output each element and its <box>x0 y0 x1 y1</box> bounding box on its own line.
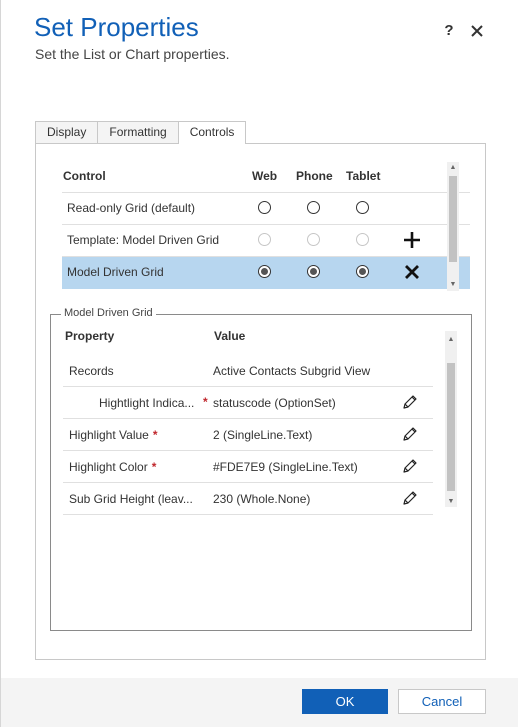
property-label: Sub Grid Height (leav... <box>69 492 193 506</box>
property-label-text: Highlight Value <box>69 428 149 442</box>
property-label: Hightlight Indica... <box>99 396 195 410</box>
control-label: Model Driven Grid <box>67 265 164 279</box>
property-label: Highlight Color * <box>69 460 156 474</box>
add-control-button[interactable] <box>403 231 421 249</box>
pencil-icon <box>403 459 417 473</box>
dialog-title: Set Properties <box>34 12 199 42</box>
property-row-highlight-indicator[interactable]: Hightlight Indica... * statuscode (Optio… <box>63 387 433 419</box>
required-indicator: * <box>203 395 208 409</box>
help-button[interactable]: ? <box>442 22 456 40</box>
property-value: 230 (Whole.None) <box>213 492 311 506</box>
tab-display[interactable]: Display <box>35 121 99 143</box>
control-row-model-driven-grid[interactable]: Model Driven Grid <box>62 257 470 289</box>
tab-bar: Display Formatting Controls <box>35 121 247 144</box>
edit-property-button[interactable] <box>402 490 418 506</box>
edit-property-button[interactable] <box>402 458 418 474</box>
property-value: Active Contacts Subgrid View <box>213 364 371 378</box>
value-column-header: Value <box>214 329 246 343</box>
property-row-highlight-color[interactable]: Highlight Color * #FDE7E9 (SingleLine.Tex… <box>63 451 433 483</box>
ok-button[interactable]: OK <box>302 689 388 714</box>
edit-property-button[interactable] <box>402 394 418 410</box>
control-row-read-only-grid[interactable]: Read-only Grid (default) <box>62 193 470 225</box>
controls-panel: Control Web Phone Tablet Read-only Grid … <box>35 143 486 660</box>
x-icon <box>405 265 419 279</box>
web-column-header: Web <box>252 169 278 183</box>
pencil-icon <box>403 395 417 409</box>
dialog-footer: OK Cancel <box>1 678 518 727</box>
web-radio <box>258 233 271 246</box>
phone-radio <box>307 233 320 246</box>
plus-icon <box>404 232 420 248</box>
required-indicator: * <box>152 428 158 442</box>
scroll-down-arrow[interactable]: ▼ <box>447 280 459 290</box>
control-label: Template: Model Driven Grid <box>67 233 220 247</box>
scroll-up-arrow[interactable]: ▲ <box>447 163 459 173</box>
scroll-thumb[interactable] <box>447 363 455 491</box>
property-value: statuscode (OptionSet) <box>213 396 336 410</box>
scroll-down-arrow[interactable]: ▼ <box>445 497 457 507</box>
tablet-radio[interactable] <box>356 265 369 278</box>
model-driven-grid-properties-group: Model Driven Grid Property Value Records… <box>50 307 472 631</box>
property-row-records[interactable]: Records Active Contacts Subgrid View <box>63 355 433 387</box>
close-button[interactable] <box>469 20 485 40</box>
properties-table: Property Value Records Active Contacts S… <box>63 327 433 515</box>
tab-controls[interactable]: Controls <box>177 121 247 144</box>
controls-scrollbar[interactable]: ▲ ▼ <box>447 162 459 291</box>
tablet-column-header: Tablet <box>346 169 381 183</box>
scroll-up-arrow[interactable]: ▲ <box>445 335 457 345</box>
scroll-thumb[interactable] <box>449 176 457 262</box>
property-row-sub-grid-height[interactable]: Sub Grid Height (leav... 230 (Whole.None… <box>63 483 433 515</box>
remove-control-button[interactable] <box>403 263 421 281</box>
web-radio[interactable] <box>258 265 271 278</box>
dialog-subtitle: Set the List or Chart properties. <box>35 46 230 62</box>
control-column-header: Control <box>63 169 106 183</box>
property-label: Highlight Value * <box>69 428 158 442</box>
tablet-radio <box>356 233 369 246</box>
phone-radio[interactable] <box>307 201 320 214</box>
edit-property-button[interactable] <box>402 426 418 442</box>
property-row-highlight-value[interactable]: Highlight Value * 2 (SingleLine.Text) <box>63 419 433 451</box>
set-properties-dialog: Set Properties Set the List or Chart pro… <box>0 0 518 727</box>
controls-header-row: Control Web Phone Tablet <box>62 162 470 193</box>
pencil-icon <box>403 491 417 505</box>
group-title: Model Driven Grid <box>61 307 156 319</box>
properties-header-row: Property Value <box>63 327 433 355</box>
control-label: Read-only Grid (default) <box>67 201 196 215</box>
control-row-template-model-driven-grid[interactable]: Template: Model Driven Grid <box>62 225 470 257</box>
controls-table: Control Web Phone Tablet Read-only Grid … <box>62 162 470 289</box>
phone-column-header: Phone <box>296 169 333 183</box>
cancel-button[interactable]: Cancel <box>398 689 486 714</box>
close-icon <box>471 25 483 37</box>
property-value: #FDE7E9 (SingleLine.Text) <box>213 460 358 474</box>
web-radio[interactable] <box>258 201 271 214</box>
property-label-text: Highlight Color <box>69 460 148 474</box>
pencil-icon <box>403 427 417 441</box>
tablet-radio[interactable] <box>356 201 369 214</box>
tab-formatting[interactable]: Formatting <box>97 121 179 143</box>
property-value: 2 (SingleLine.Text) <box>213 428 313 442</box>
properties-scrollbar[interactable]: ▲ ▼ <box>445 331 457 507</box>
property-label: Records <box>69 364 114 378</box>
property-column-header: Property <box>65 329 115 343</box>
phone-radio[interactable] <box>307 265 320 278</box>
required-indicator: * <box>151 460 157 474</box>
